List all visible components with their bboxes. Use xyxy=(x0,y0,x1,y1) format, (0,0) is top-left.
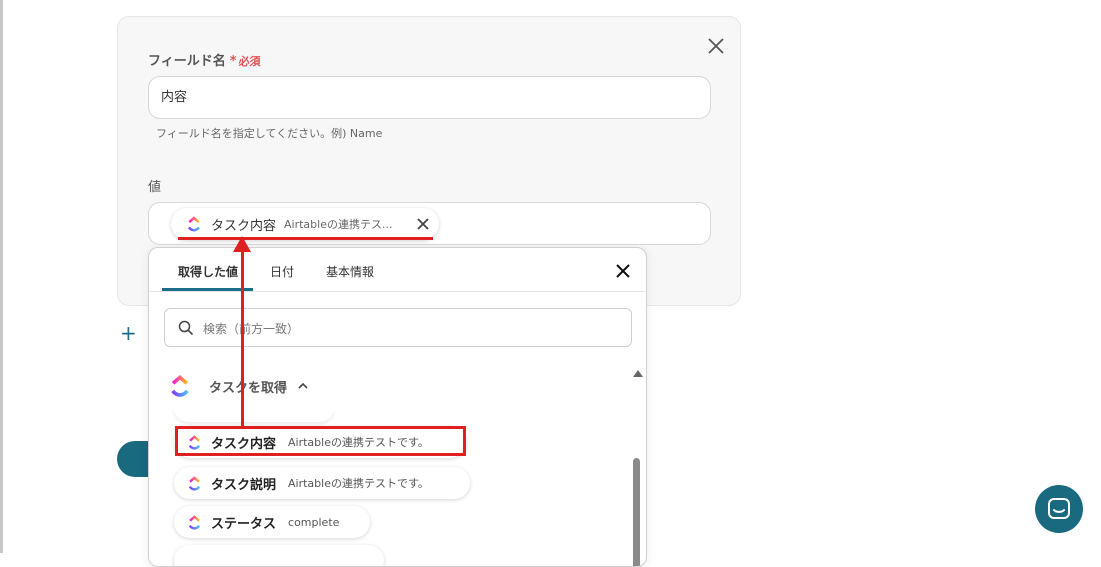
clickup-icon xyxy=(188,216,200,232)
required-star: * xyxy=(229,54,237,69)
tab-basic-info[interactable]: 基本情報 xyxy=(326,263,374,280)
search-input[interactable] xyxy=(201,309,625,348)
scrollbar[interactable] xyxy=(631,366,643,566)
field-name-label: フィールド名 * 必須 xyxy=(148,54,261,69)
list-item-task-description[interactable]: タスク説明 Airtableの連携テストです。 xyxy=(174,467,470,499)
picker-tabs: 取得した値 日付 基本情報 xyxy=(149,248,646,292)
annotation-arrow-shaft xyxy=(241,244,244,426)
group-header-get-task[interactable]: タスクを取得 xyxy=(167,373,309,399)
remove-chip-icon[interactable] xyxy=(415,216,431,232)
annotation-underline xyxy=(178,237,433,240)
list-item-status[interactable]: ステータス complete xyxy=(174,506,370,538)
field-name-input[interactable]: 内容 xyxy=(148,76,711,119)
list-item-partial xyxy=(174,408,334,422)
required-text: 必須 xyxy=(238,55,261,68)
annotation-arrow-head xyxy=(233,236,251,252)
chat-icon xyxy=(1048,498,1070,519)
search-icon xyxy=(178,320,194,336)
value-label: 値 xyxy=(148,180,162,195)
chevron-up-icon xyxy=(298,382,308,389)
annotation-highlight-box xyxy=(175,426,466,456)
active-tab-indicator xyxy=(162,288,253,291)
scroll-up-arrow-icon[interactable] xyxy=(633,370,643,377)
selected-value-chip[interactable]: タスク内容 Airtableの連携テス... xyxy=(171,208,439,240)
list-item-partial[interactable] xyxy=(174,545,384,566)
chat-support-button[interactable] xyxy=(1035,485,1083,533)
close-icon[interactable] xyxy=(705,35,727,57)
add-field-button[interactable]: + xyxy=(120,322,137,344)
value-picker-dropdown: 取得した値 日付 基本情報 タスクを取得 タスク内容 Airtableの連携テス… xyxy=(148,247,647,567)
tab-date[interactable]: 日付 xyxy=(270,263,294,280)
scroll-thumb[interactable] xyxy=(633,458,640,566)
close-icon[interactable] xyxy=(615,263,631,279)
clickup-icon xyxy=(188,475,201,491)
field-name-hint: フィールド名を指定してください。例) Name xyxy=(156,127,383,140)
clickup-icon xyxy=(188,514,201,530)
clickup-icon xyxy=(171,374,189,397)
window-edge xyxy=(0,0,3,553)
search-box xyxy=(164,308,632,348)
tab-retrieved-values[interactable]: 取得した値 xyxy=(178,263,238,280)
